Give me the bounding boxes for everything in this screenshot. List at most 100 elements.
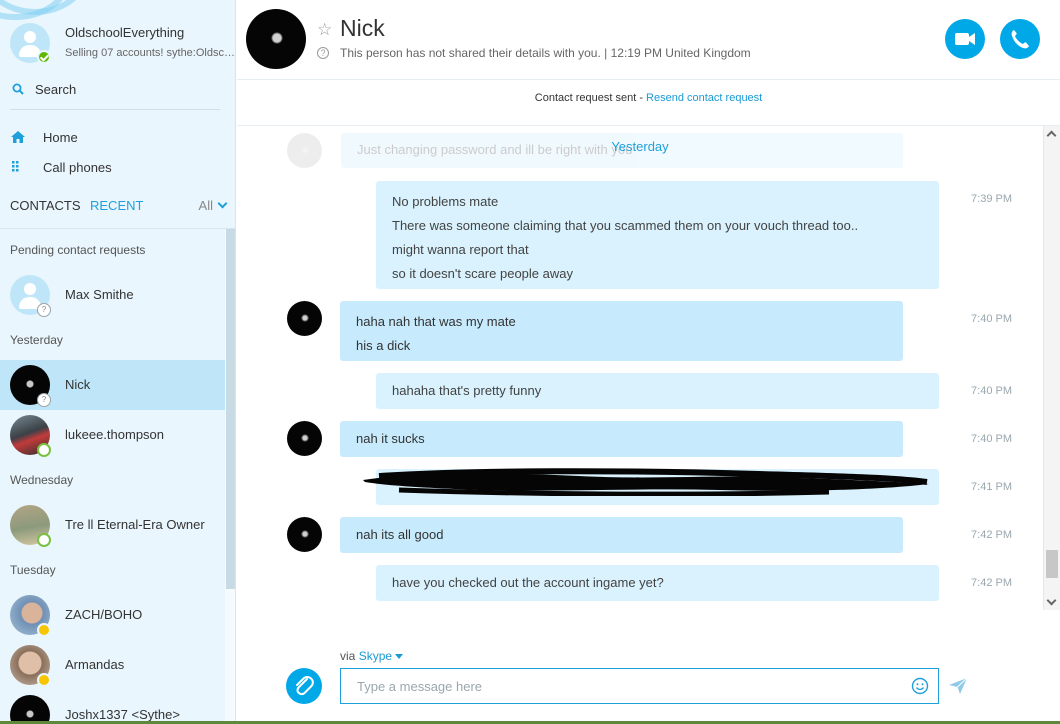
sidebar-scrollbar-thumb[interactable] xyxy=(226,229,235,589)
filter-label: All xyxy=(198,198,213,213)
nav-call-phones-label: Call phones xyxy=(43,160,112,175)
attach-button[interactable] xyxy=(286,668,322,704)
contact-name: lukeee.thompson xyxy=(65,427,165,442)
away-status-icon xyxy=(37,673,51,687)
message-input[interactable] xyxy=(355,676,895,696)
video-call-button[interactable] xyxy=(945,19,985,59)
contact-name: Max Smithe xyxy=(65,287,134,302)
available-status-icon xyxy=(37,533,51,547)
section-wednesday: Wednesday xyxy=(10,473,74,487)
emoji-icon[interactable] xyxy=(911,677,929,695)
search-button[interactable]: Search xyxy=(10,78,220,110)
message-list: Just changing password and ill be right … xyxy=(237,126,1043,610)
filter-dropdown[interactable]: All xyxy=(198,198,228,213)
message-bubble[interactable]: have you checked out the account ingame … xyxy=(376,565,939,601)
tab-recent[interactable]: RECENT xyxy=(90,198,143,213)
contact-item[interactable]: lukeee.thompson xyxy=(0,410,225,460)
date-divider: Yesterday xyxy=(611,139,669,154)
contact-item[interactable]: Tre ll Eternal-Era Owner xyxy=(0,500,225,550)
search-label: Search xyxy=(35,82,77,97)
contact-title: Nick xyxy=(340,15,385,41)
phone-icon xyxy=(1011,30,1029,49)
available-status-icon xyxy=(37,443,51,457)
nav-call-phones[interactable]: Call phones xyxy=(10,156,220,180)
contact-name: ZACH/BOHO xyxy=(65,607,143,622)
pending-status-icon: ? xyxy=(37,303,51,317)
nav-home-label: Home xyxy=(43,130,78,145)
message-text: hahaha that's pretty funny xyxy=(392,383,542,398)
audio-call-button[interactable] xyxy=(1000,19,1040,59)
pending-status-icon: ? xyxy=(37,393,51,407)
message-time: 7:42 PM xyxy=(971,529,1012,541)
message-time: 7:41 PM xyxy=(971,481,1012,493)
search-icon xyxy=(12,83,24,95)
message-time: 7:40 PM xyxy=(971,313,1012,325)
divider xyxy=(0,228,235,229)
contact-item[interactable]: Joshx1337 <Sythe> xyxy=(0,690,225,724)
service-name: Skype xyxy=(358,649,393,663)
scroll-up-icon[interactable] xyxy=(1046,130,1057,141)
message-time: 7:40 PM xyxy=(971,385,1012,397)
message-text: haha nah that was my mate xyxy=(356,314,516,329)
message-time: 7:39 PM xyxy=(971,193,1012,205)
sender-avatar xyxy=(287,517,322,552)
attach-icon xyxy=(296,676,314,696)
away-status-icon xyxy=(37,623,51,637)
contact-subtitle: This person has not shared their details… xyxy=(340,46,751,60)
online-status-icon xyxy=(37,50,51,64)
section-pending: Pending contact requests xyxy=(10,243,146,257)
chat-header: ☆ Nick ? This person has not shared thei… xyxy=(237,0,1060,80)
message-time: 7:42 PM xyxy=(971,577,1012,589)
resend-request-link[interactable]: Resend contact request xyxy=(646,92,762,104)
service-selector[interactable]: via Skype xyxy=(340,649,404,663)
home-icon xyxy=(11,131,25,143)
sender-avatar xyxy=(287,301,322,336)
message-bubble[interactable]: nah its all good xyxy=(340,517,903,553)
contact-name: Armandas xyxy=(65,657,125,672)
message-text: No problems mate xyxy=(392,194,499,209)
send-icon[interactable] xyxy=(948,677,968,695)
chevron-down-icon xyxy=(217,198,228,209)
sender-avatar xyxy=(287,421,322,456)
message-text: nah its all good xyxy=(356,527,444,542)
message-bubble[interactable]: hahaha that's pretty funny xyxy=(376,373,939,409)
avatar xyxy=(10,695,50,724)
message-scrollbar[interactable] xyxy=(1043,126,1060,610)
contact-name: Nick xyxy=(65,377,91,392)
message-text: might wanna report that xyxy=(392,242,529,257)
contact-tabs: CONTACTS RECENT All xyxy=(10,197,228,217)
profile-mood[interactable]: Selling 07 accounts! sythe:OldschoolEver… xyxy=(65,47,235,59)
redaction-scribble xyxy=(363,468,929,496)
message-text: have you checked out the account ingame … xyxy=(392,575,664,590)
message-text: There was someone claiming that you scam… xyxy=(392,218,859,233)
message-bubble[interactable]: nah it sucks xyxy=(340,421,903,457)
contact-name: Tre ll Eternal-Era Owner xyxy=(65,517,205,532)
caret-down-icon xyxy=(395,654,404,659)
nav-home[interactable]: Home xyxy=(10,126,220,150)
tab-contacts[interactable]: CONTACTS xyxy=(10,198,81,213)
dialpad-icon xyxy=(12,161,19,172)
message-text: his a dick xyxy=(356,338,411,353)
profile-name: OldschoolEverything xyxy=(65,25,185,40)
info-icon: ? xyxy=(317,47,329,59)
scroll-down-icon[interactable] xyxy=(1046,595,1057,606)
my-profile[interactable]: OldschoolEverything Selling 07 accounts!… xyxy=(10,21,235,65)
contact-avatar[interactable] xyxy=(246,9,306,69)
star-icon[interactable]: ☆ xyxy=(317,20,332,40)
message-bubble[interactable]: No problems mate There was someone claim… xyxy=(376,181,939,289)
contact-item[interactable]: ? Nick xyxy=(0,360,225,410)
scrollbar-thumb[interactable] xyxy=(1046,550,1058,578)
sidebar: OldschoolEverything Selling 07 accounts!… xyxy=(0,0,236,724)
contact-item[interactable]: Armandas xyxy=(0,640,225,690)
section-yesterday: Yesterday xyxy=(10,333,63,347)
contact-item[interactable]: ZACH/BOHO xyxy=(0,590,225,640)
message-text: so it doesn't scare people away xyxy=(392,266,573,281)
message-time: 7:40 PM xyxy=(971,433,1012,445)
video-call-icon xyxy=(955,33,975,45)
message-bubble[interactable]: haha nah that was my mate his a dick xyxy=(340,301,903,361)
contact-item[interactable]: ? Max Smithe xyxy=(0,270,225,320)
message-input-box xyxy=(340,668,939,704)
section-tuesday: Tuesday xyxy=(10,563,56,577)
contact-request-banner: Contact request sent - Resend contact re… xyxy=(237,92,1060,104)
contact-name: Joshx1337 <Sythe> xyxy=(65,707,180,722)
